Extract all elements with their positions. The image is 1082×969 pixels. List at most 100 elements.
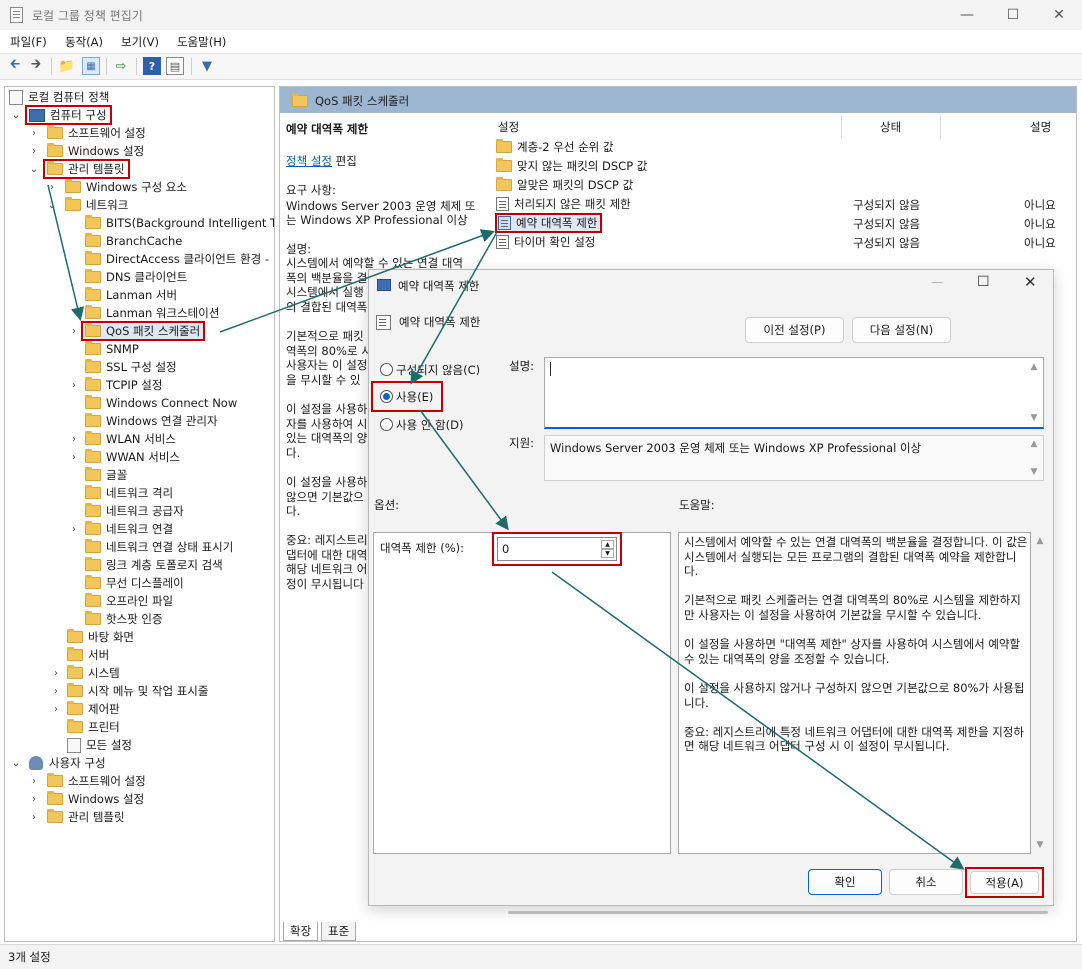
tree-item-ssl-config[interactable]: SSL 구성 설정 bbox=[85, 358, 177, 376]
radio-not-configured[interactable] bbox=[380, 363, 393, 376]
spin-up-icon[interactable]: ▲ bbox=[601, 540, 614, 549]
scroll-down-icon[interactable]: ▼ bbox=[1027, 467, 1041, 477]
tree-item-user-windows[interactable]: › Windows 설정 bbox=[27, 790, 144, 808]
comment-textarea[interactable]: ▲ ▼ bbox=[544, 357, 1044, 429]
tree-item-network-provider[interactable]: 네트워크 공급자 bbox=[85, 502, 184, 520]
chevron-right-icon[interactable]: › bbox=[69, 452, 79, 463]
tree-item-start-menu[interactable]: › 시작 메뉴 및 작업 표시줄 bbox=[49, 682, 208, 700]
tree-item-offline-files[interactable]: 오프라인 파일 bbox=[85, 592, 173, 610]
tree-item-software-settings[interactable]: › 소프트웨어 설정 bbox=[27, 124, 146, 142]
chevron-right-icon[interactable]: › bbox=[29, 812, 39, 823]
tab-extended[interactable]: 확장 bbox=[283, 922, 319, 941]
scroll-down-icon[interactable]: ▼ bbox=[1027, 413, 1041, 423]
menu-file[interactable]: 파일(F) bbox=[10, 34, 47, 50]
show-hide-tree-icon[interactable]: ▦ bbox=[82, 57, 100, 75]
radio-disabled[interactable] bbox=[380, 418, 393, 431]
chevron-right-icon[interactable]: › bbox=[69, 380, 79, 391]
tree-item-computer-config[interactable]: ⌄ 컴퓨터 구성 bbox=[9, 105, 112, 125]
up-folder-icon[interactable]: 📁 bbox=[58, 57, 76, 75]
tree-item-lanman-workstation[interactable]: Lanman 워크스테이션 bbox=[85, 304, 219, 322]
next-setting-button[interactable]: 다음 설정(N) bbox=[852, 317, 951, 343]
apply-button[interactable]: 적용(A) bbox=[970, 871, 1039, 894]
tree-item-network[interactable]: ⌄ 네트워크 bbox=[45, 196, 128, 214]
scroll-up-icon[interactable]: ▲ bbox=[1027, 362, 1041, 372]
tree-item-all-settings[interactable]: 모든 설정 bbox=[67, 736, 132, 754]
chevron-right-icon[interactable]: › bbox=[29, 794, 39, 805]
chevron-down-icon[interactable]: ⌄ bbox=[29, 164, 39, 175]
forward-arrow-icon[interactable]: 🡲 bbox=[27, 57, 45, 75]
list-item[interactable]: 알맞은 패킷의 DSCP 값 bbox=[496, 176, 633, 194]
tree-item-lanman-server[interactable]: Lanman 서버 bbox=[85, 286, 177, 304]
tree-item-windows-components[interactable]: › Windows 구성 요소 bbox=[45, 178, 187, 196]
menu-help[interactable]: 도움말(H) bbox=[177, 34, 226, 50]
tree-item-tcpip[interactable]: › TCPIP 설정 bbox=[67, 376, 162, 394]
chevron-right-icon[interactable]: › bbox=[29, 146, 39, 157]
tree-item-hotspot-auth[interactable]: 핫스팟 인증 bbox=[85, 610, 163, 628]
scroll-up-icon[interactable]: ▲ bbox=[1027, 439, 1041, 449]
export-list-icon[interactable]: ⇨ bbox=[112, 57, 130, 75]
tree-item-ncsi[interactable]: 네트워크 연결 상태 표시기 bbox=[85, 538, 233, 556]
tree-item-admin-templates[interactable]: ⌄ 관리 템플릿 bbox=[27, 159, 130, 179]
list-item[interactable]: 맞지 않는 패킷의 DSCP 값 bbox=[496, 157, 647, 175]
tree-item-user-admin[interactable]: › 관리 템플릿 bbox=[27, 808, 125, 826]
close-button[interactable]: ✕ bbox=[1036, 0, 1082, 30]
tree-item-control-panel[interactable]: › 제어판 bbox=[49, 700, 120, 718]
back-arrow-icon[interactable]: 🡰 bbox=[6, 57, 24, 75]
tree-item-branchcache[interactable]: BranchCache bbox=[85, 232, 182, 250]
tree-item-printers[interactable]: 프린터 bbox=[67, 718, 120, 736]
scroll-up-icon[interactable]: ▲ bbox=[1033, 536, 1047, 546]
chevron-right-icon[interactable]: › bbox=[69, 434, 79, 445]
chevron-down-icon[interactable]: ⌄ bbox=[47, 200, 57, 211]
cancel-button[interactable]: 취소 bbox=[889, 869, 963, 895]
chevron-right-icon[interactable]: › bbox=[69, 326, 79, 337]
chevron-right-icon[interactable]: › bbox=[51, 686, 61, 697]
tree-item-windows-conn-manager[interactable]: Windows 연결 관리자 bbox=[85, 412, 218, 430]
tree-item-network-connections[interactable]: › 네트워크 연결 bbox=[67, 520, 173, 538]
chevron-right-icon[interactable]: › bbox=[29, 128, 39, 139]
tree-item-user-software[interactable]: › 소프트웨어 설정 bbox=[27, 772, 146, 790]
tree-item-server[interactable]: 서버 bbox=[67, 646, 109, 664]
chevron-right-icon[interactable]: › bbox=[29, 776, 39, 787]
col-comment-header[interactable]: 설명 bbox=[1030, 119, 1051, 135]
radio-enabled[interactable] bbox=[380, 390, 393, 403]
scroll-down-icon[interactable]: ▼ bbox=[1033, 840, 1047, 850]
help-icon[interactable]: ? bbox=[143, 57, 161, 75]
horizontal-scrollbar[interactable] bbox=[508, 911, 1048, 914]
tree-item-windows-connect-now[interactable]: Windows Connect Now bbox=[85, 394, 237, 412]
list-item[interactable]: 계층-2 우선 순위 값 bbox=[496, 138, 614, 156]
maximize-button[interactable]: ☐ bbox=[990, 0, 1036, 30]
dialog-close-button[interactable]: ✕ bbox=[1024, 273, 1037, 291]
ok-button[interactable]: 확인 bbox=[808, 869, 882, 895]
dialog-maximize-button[interactable]: ☐ bbox=[977, 274, 990, 290]
tree-item-qos-scheduler[interactable]: › QoS 패킷 스케줄러 bbox=[67, 321, 206, 341]
tree-item-lltd[interactable]: 링크 계층 토폴로지 검색 bbox=[85, 556, 223, 574]
properties-icon[interactable]: ▤ bbox=[166, 57, 184, 75]
tree-item-directaccess[interactable]: DirectAccess 클라이언트 환경 - bbox=[85, 250, 269, 268]
col-state-header[interactable]: 상태 bbox=[880, 119, 901, 135]
menu-view[interactable]: 보기(V) bbox=[121, 34, 159, 50]
minimize-button[interactable]: — bbox=[944, 0, 990, 30]
chevron-right-icon[interactable]: › bbox=[69, 524, 79, 535]
tree-item-wwan[interactable]: › WWAN 서비스 bbox=[67, 448, 180, 466]
list-item[interactable]: 처리되지 않은 패킷 제한 bbox=[496, 195, 631, 213]
bandwidth-limit-spinbox[interactable]: 0 ▲ ▼ bbox=[497, 537, 617, 561]
tree-item-local-policy[interactable]: 로컬 컴퓨터 정책 bbox=[9, 88, 109, 106]
chevron-down-icon[interactable]: ⌄ bbox=[11, 110, 21, 121]
filter-icon[interactable]: ▼ bbox=[198, 57, 216, 75]
tree-item-wlan[interactable]: › WLAN 서비스 bbox=[67, 430, 176, 448]
previous-setting-button[interactable]: 이전 설정(P) bbox=[745, 317, 844, 343]
tab-standard[interactable]: 표준 bbox=[321, 922, 357, 941]
chevron-right-icon[interactable]: › bbox=[51, 704, 61, 715]
tree-item-snmp[interactable]: SNMP bbox=[85, 340, 139, 358]
edit-policy-link[interactable]: 정책 설정 bbox=[286, 154, 332, 168]
spin-down-icon[interactable]: ▼ bbox=[601, 549, 614, 558]
list-item[interactable]: 타이머 확인 설정 bbox=[496, 233, 595, 251]
tree-item-fonts[interactable]: 글꼴 bbox=[85, 466, 127, 484]
dialog-minimize-button[interactable]: — bbox=[931, 275, 943, 289]
tree-item-network-isolation[interactable]: 네트워크 격리 bbox=[85, 484, 173, 502]
tree-item-wireless-display[interactable]: 무선 디스플레이 bbox=[85, 574, 184, 592]
menu-action[interactable]: 동작(A) bbox=[65, 34, 103, 50]
list-item-selected[interactable]: 예약 대역폭 제한 bbox=[494, 213, 604, 233]
tree-item-desktop[interactable]: 바탕 화면 bbox=[67, 628, 134, 646]
chevron-right-icon[interactable]: › bbox=[51, 668, 61, 679]
